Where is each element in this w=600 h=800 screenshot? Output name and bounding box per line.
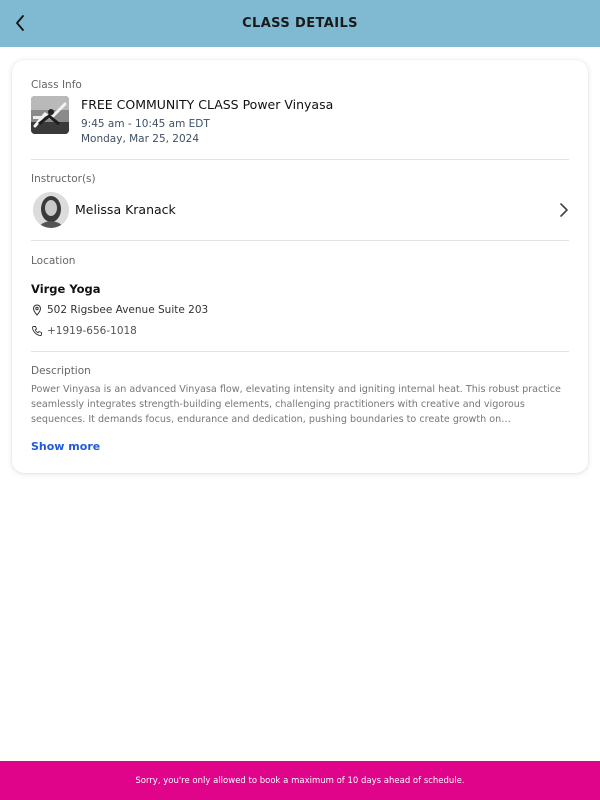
phone-text: +1919-656-1018 [47, 325, 137, 337]
show-more-link[interactable]: Show more [31, 440, 100, 453]
page-title: CLASS DETAILS [242, 16, 358, 31]
instructor-label: Instructor(s) [31, 173, 96, 185]
phone-icon [31, 325, 43, 337]
avatar-photo-image [33, 192, 69, 228]
phone-line[interactable]: +1919-656-1018 [31, 325, 137, 337]
map-pin-icon [31, 304, 43, 316]
description-text: Power Vinyasa is an advanced Vinyasa flo… [31, 384, 561, 425]
divider [31, 240, 569, 241]
class-time: 9:45 am - 10:45 am EDT [81, 118, 210, 130]
description-label: Description [31, 365, 91, 377]
class-details-card: Class Info FREE COMMUNITY CLASS Power Vi… [12, 60, 588, 473]
back-button[interactable] [6, 8, 34, 38]
chevron-right-icon [560, 203, 568, 217]
instructor-avatar [33, 192, 69, 228]
address-line: 502 Rigsbee Avenue Suite 203 [31, 304, 208, 316]
app-header: CLASS DETAILS [0, 0, 600, 47]
divider [31, 159, 569, 160]
class-thumbnail [31, 96, 69, 134]
class-info-label: Class Info [31, 79, 82, 91]
location-name: Virge Yoga [31, 282, 101, 296]
instructor-row[interactable]: Melissa Kranack [31, 190, 571, 230]
address-text: 502 Rigsbee Avenue Suite 203 [47, 304, 209, 316]
class-name: FREE COMMUNITY CLASS Power Vinyasa [81, 97, 334, 112]
location-label: Location [31, 255, 76, 267]
class-date: Monday, Mar 25, 2024 [81, 133, 200, 145]
yoga-photo-image [31, 96, 69, 134]
instructor-name: Melissa Kranack [75, 202, 176, 217]
chevron-left-icon [16, 15, 24, 31]
error-toast: Sorry, you're only allowed to book a max… [0, 761, 600, 800]
divider [31, 351, 569, 352]
